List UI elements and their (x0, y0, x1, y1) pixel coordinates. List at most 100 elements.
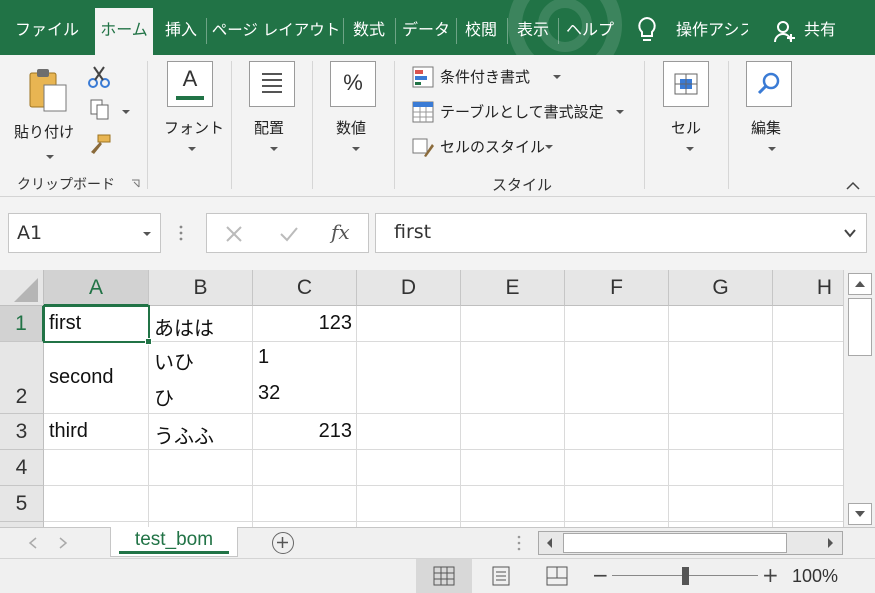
cell-f1[interactable] (565, 306, 669, 342)
cell-h5[interactable] (773, 486, 843, 522)
cell-a2[interactable]: second (44, 342, 149, 414)
cell-d4[interactable] (357, 450, 461, 486)
spreadsheet-grid[interactable]: A B C D E F G H 1 2 3 4 5 first あはは 123 … (0, 270, 843, 527)
tab-review[interactable]: 校閲 (459, 8, 503, 55)
scroll-down-button[interactable] (848, 503, 872, 525)
cell-e1[interactable] (461, 306, 565, 342)
cell-b5[interactable] (149, 486, 253, 522)
cell-b1[interactable]: あはは (149, 306, 253, 342)
cell-h2[interactable] (773, 342, 843, 414)
tab-formulas[interactable]: 数式 (347, 8, 391, 55)
vertical-scrollbar[interactable] (843, 270, 875, 527)
cell-f3[interactable] (565, 414, 669, 450)
scissors-icon[interactable] (88, 65, 110, 89)
dialog-launcher-icon[interactable] (131, 179, 140, 188)
number-button[interactable]: % 数値 (322, 61, 386, 161)
zoom-out-button[interactable]: − (592, 563, 609, 587)
cell-e2[interactable] (461, 342, 565, 414)
cell-c5[interactable] (253, 486, 357, 522)
tell-me-search[interactable]: 操作アシスト (676, 8, 748, 52)
cell-e3[interactable] (461, 414, 565, 450)
name-box[interactable]: A1 (8, 213, 161, 253)
cell-h4[interactable] (773, 450, 843, 486)
page-break-view-icon[interactable] (546, 566, 568, 586)
drag-handle-icon[interactable] (516, 533, 522, 553)
fill-handle[interactable] (145, 338, 152, 345)
cell-c4[interactable] (253, 450, 357, 486)
cell-g5[interactable] (669, 486, 773, 522)
expand-formula-bar-icon[interactable] (844, 228, 856, 238)
cell-g3[interactable] (669, 414, 773, 450)
row-header-3[interactable]: 3 (0, 414, 44, 450)
tab-insert[interactable]: 挿入 (159, 8, 203, 55)
select-all-button[interactable] (0, 270, 44, 306)
font-button[interactable]: A フォント (156, 61, 226, 161)
tab-home[interactable]: ホーム (95, 8, 153, 55)
column-header-f[interactable]: F (565, 270, 669, 306)
cell-d3[interactable] (357, 414, 461, 450)
alignment-button[interactable]: 配置 (240, 61, 304, 161)
tab-data[interactable]: データ (399, 8, 453, 55)
copy-dropdown-icon[interactable] (122, 110, 130, 114)
editing-button[interactable]: 編集 (738, 61, 802, 161)
zoom-in-button[interactable]: + (762, 563, 779, 587)
cancel-icon[interactable] (225, 225, 243, 243)
paste-button[interactable]: 貼り付け (14, 63, 80, 167)
scroll-right-icon[interactable] (823, 536, 837, 550)
share-button[interactable]: 共有 (804, 8, 836, 52)
cell-c1[interactable]: 123 (253, 306, 357, 342)
cell-d5[interactable] (357, 486, 461, 522)
collapse-ribbon-icon[interactable] (845, 181, 861, 191)
column-header-e[interactable]: E (461, 270, 565, 306)
cell-g4[interactable] (669, 450, 773, 486)
cell-f4[interactable] (565, 450, 669, 486)
column-header-a[interactable]: A (44, 270, 149, 306)
cell-a4[interactable] (44, 450, 149, 486)
format-painter-icon[interactable] (88, 133, 112, 155)
sheet-tab-test-bom[interactable]: test_bom (110, 527, 238, 557)
row-header-5[interactable]: 5 (0, 486, 44, 522)
cell-b2[interactable]: いひ ひ (149, 342, 253, 414)
zoom-level[interactable]: 100% (792, 566, 838, 587)
cell-e4[interactable] (461, 450, 565, 486)
cell-e5[interactable] (461, 486, 565, 522)
column-header-b[interactable]: B (149, 270, 253, 306)
cell-c2[interactable]: 1 32 (253, 342, 357, 414)
cell-d1[interactable] (357, 306, 461, 342)
copy-icon[interactable] (90, 99, 110, 121)
cell-g1[interactable] (669, 306, 773, 342)
cell-c3[interactable]: 213 (253, 414, 357, 450)
next-sheet-icon[interactable] (58, 537, 68, 549)
column-header-c[interactable]: C (253, 270, 357, 306)
page-layout-view-icon[interactable] (490, 566, 512, 586)
normal-view-button[interactable] (416, 559, 472, 593)
column-header-h[interactable]: H (773, 270, 843, 306)
cell-a5[interactable] (44, 486, 149, 522)
tab-help[interactable]: ヘルプ (562, 8, 618, 55)
cells-button[interactable]: セル (654, 61, 718, 161)
tab-page-layout[interactable]: ページ レイアウト (211, 8, 341, 55)
column-header-g[interactable]: G (669, 270, 773, 306)
previous-sheet-icon[interactable] (28, 537, 38, 549)
cell-g2[interactable] (669, 342, 773, 414)
tab-view[interactable]: 表示 (511, 8, 555, 55)
add-sheet-icon[interactable] (272, 532, 294, 554)
cell-a3[interactable]: third (44, 414, 149, 450)
checkmark-icon[interactable] (279, 225, 299, 243)
row-header-4[interactable]: 4 (0, 450, 44, 486)
cell-h1[interactable] (773, 306, 843, 342)
column-header-d[interactable]: D (357, 270, 461, 306)
zoom-slider-thumb[interactable] (682, 567, 689, 585)
tab-file[interactable]: ファイル (12, 8, 82, 55)
horizontal-scroll-thumb[interactable] (563, 533, 787, 553)
row-header-1[interactable]: 1 (0, 306, 44, 342)
cell-d2[interactable] (357, 342, 461, 414)
insert-function-icon[interactable]: fx (331, 220, 350, 244)
person-add-icon[interactable] (774, 20, 796, 44)
chevron-down-icon[interactable] (143, 232, 151, 236)
cell-f5[interactable] (565, 486, 669, 522)
scroll-up-button[interactable] (848, 273, 872, 295)
lightbulb-icon[interactable] (636, 16, 658, 44)
formula-input[interactable]: first (375, 213, 867, 253)
cell-b3[interactable]: うふふ (149, 414, 253, 450)
